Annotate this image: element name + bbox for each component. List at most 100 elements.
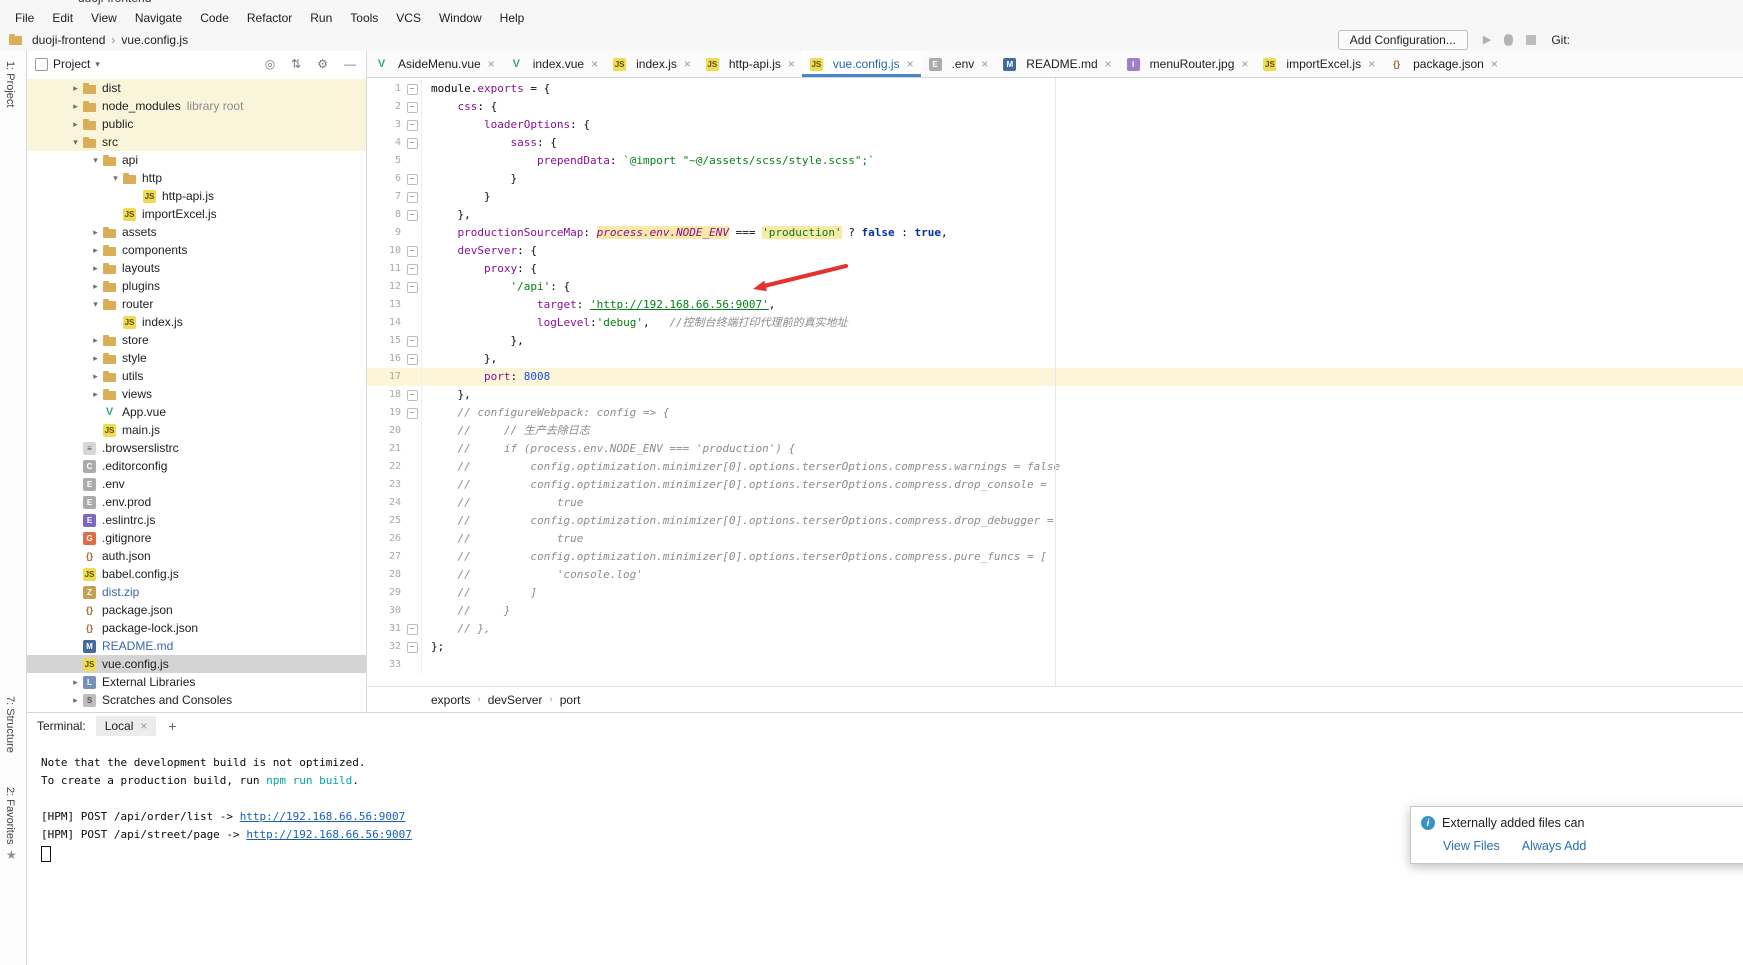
close-icon[interactable]: × [684, 57, 691, 71]
fold-icon[interactable]: − [403, 350, 422, 368]
tree-item-scratches-and-consoles[interactable]: ▸SScratches and Consoles [27, 691, 366, 709]
tree-item-src[interactable]: ▾src [27, 133, 366, 151]
tree-item-importexcel-js[interactable]: JSimportExcel.js [27, 205, 366, 223]
tree-item-assets[interactable]: ▸assets [27, 223, 366, 241]
tree-item-babel-config-js[interactable]: JSbabel.config.js [27, 565, 366, 583]
tab-menurouter-jpg[interactable]: ImenuRouter.jpg× [1119, 51, 1256, 77]
fold-icon[interactable]: − [403, 206, 422, 224]
menu-item-view[interactable]: View [82, 9, 126, 27]
close-icon[interactable]: × [1491, 57, 1498, 71]
tab-vue-config-js[interactable]: JSvue.config.js× [802, 51, 921, 77]
tab-readme-md[interactable]: MREADME.md× [995, 51, 1118, 77]
always-add-link[interactable]: Always Add [1522, 839, 1587, 853]
tree-item-dist-zip[interactable]: Zdist.zip [27, 583, 366, 601]
fold-icon[interactable]: − [403, 116, 422, 134]
editor-code[interactable]: 1−module.exports = {2− css: {3− loaderOp… [367, 78, 1743, 686]
tree-item-gitignore[interactable]: G.gitignore [27, 529, 366, 547]
tab-asidemenu-vue[interactable]: VAsideMenu.vue× [367, 51, 502, 77]
menu-item-vcs[interactable]: VCS [387, 9, 430, 27]
hide-panel-icon[interactable]: — [344, 57, 356, 71]
fold-icon[interactable]: − [403, 170, 422, 188]
menu-item-help[interactable]: Help [491, 9, 534, 27]
project-panel-title[interactable]: Project [53, 57, 90, 71]
close-icon[interactable]: × [488, 57, 495, 71]
chevron-down-icon[interactable]: ▾ [109, 173, 122, 184]
fold-icon[interactable]: − [403, 620, 422, 638]
menu-item-refactor[interactable]: Refactor [238, 9, 301, 27]
stop-icon[interactable] [1526, 35, 1536, 45]
chevron-down-icon[interactable]: ▾ [89, 299, 102, 310]
debug-icon[interactable] [1504, 34, 1513, 46]
chevron-right-icon[interactable]: ▸ [89, 353, 102, 364]
breadcrumb-devserver[interactable]: devServer [488, 693, 543, 707]
chevron-down-icon[interactable]: ▾ [89, 155, 102, 166]
chevron-right-icon[interactable]: ▸ [89, 263, 102, 274]
tree-item-plugins[interactable]: ▸plugins [27, 277, 366, 295]
tool-button-structure[interactable]: 7: Structure [4, 696, 16, 753]
tree-item-components[interactable]: ▸components [27, 241, 366, 259]
tree-item-style[interactable]: ▸style [27, 349, 366, 367]
tree-item-api[interactable]: ▾api [27, 151, 366, 169]
fold-icon[interactable]: − [403, 386, 422, 404]
menu-item-edit[interactable]: Edit [43, 9, 82, 27]
chevron-right-icon[interactable]: ▸ [69, 677, 82, 688]
tree-item-views[interactable]: ▸views [27, 385, 366, 403]
chevron-down-icon[interactable]: ▾ [69, 137, 82, 148]
tool-button-project[interactable]: 1: Project [4, 61, 16, 107]
tree-item-editorconfig[interactable]: C.editorconfig [27, 457, 366, 475]
locate-file-icon[interactable]: ◎ [265, 57, 275, 71]
fold-icon[interactable]: − [403, 638, 422, 656]
tab-env[interactable]: E.env× [921, 51, 996, 77]
tree-item-package-lock-json[interactable]: {}package-lock.json [27, 619, 366, 637]
tree-item-external-libraries[interactable]: ▸LExternal Libraries [27, 673, 366, 691]
tool-button-favorites[interactable]: 2: Favorites [4, 787, 16, 844]
tab-http-api-js[interactable]: JShttp-api.js× [698, 51, 802, 77]
tab-package-json[interactable]: {}package.json× [1382, 51, 1505, 77]
tree-item-auth-json[interactable]: {}auth.json [27, 547, 366, 565]
chevron-right-icon[interactable]: ▸ [69, 101, 82, 112]
add-configuration-button[interactable]: Add Configuration... [1338, 30, 1468, 50]
tree-item-dist[interactable]: ▸dist [27, 79, 366, 97]
close-icon[interactable]: × [788, 57, 795, 71]
tree-item-main-js[interactable]: JSmain.js [27, 421, 366, 439]
tree-item-app-vue[interactable]: VApp.vue [27, 403, 366, 421]
fold-icon[interactable]: − [403, 134, 422, 152]
tree-item-readme-md[interactable]: MREADME.md [27, 637, 366, 655]
tree-item-http[interactable]: ▾http [27, 169, 366, 187]
close-icon[interactable]: × [1105, 57, 1112, 71]
tree-item-http-api-js[interactable]: JShttp-api.js [27, 187, 366, 205]
close-icon[interactable]: × [591, 57, 598, 71]
tree-item-layouts[interactable]: ▸layouts [27, 259, 366, 277]
menu-item-run[interactable]: Run [301, 9, 341, 27]
menu-item-code[interactable]: Code [191, 9, 238, 27]
git-widget-label[interactable]: Git: [1551, 33, 1570, 47]
settings-gear-icon[interactable]: ⚙ [317, 57, 328, 71]
close-icon[interactable]: × [1368, 57, 1375, 71]
tree-item-utils[interactable]: ▸utils [27, 367, 366, 385]
menu-item-file[interactable]: File [6, 9, 43, 27]
chevron-right-icon[interactable]: ▸ [89, 335, 102, 346]
chevron-right-icon[interactable]: ▸ [89, 245, 102, 256]
chevron-right-icon[interactable]: ▸ [69, 119, 82, 130]
tab-importexcel-js[interactable]: JSimportExcel.js× [1255, 51, 1382, 77]
terminal-link[interactable]: http://192.168.66.56:9007 [240, 810, 406, 823]
chevron-right-icon[interactable]: ▸ [69, 695, 82, 706]
terminal-tab-local[interactable]: Local × [96, 716, 157, 736]
tree-item-vue-config-js[interactable]: JSvue.config.js [27, 655, 366, 673]
menu-item-tools[interactable]: Tools [341, 9, 387, 27]
breadcrumb-file[interactable]: vue.config.js [121, 33, 188, 47]
tree-item-env[interactable]: E.env [27, 475, 366, 493]
fold-icon[interactable]: − [403, 80, 422, 98]
chevron-right-icon[interactable]: ▸ [89, 389, 102, 400]
tab-index-vue[interactable]: Vindex.vue× [502, 51, 605, 77]
fold-icon[interactable]: − [403, 98, 422, 116]
view-files-link[interactable]: View Files [1443, 839, 1500, 853]
fold-icon[interactable]: − [403, 188, 422, 206]
chevron-right-icon[interactable]: ▸ [89, 371, 102, 382]
fold-icon[interactable]: − [403, 278, 422, 296]
breadcrumb-port[interactable]: port [560, 693, 581, 707]
tree-item-node-modules[interactable]: ▸node_moduleslibrary root [27, 97, 366, 115]
tree-item-index-js[interactable]: JSindex.js [27, 313, 366, 331]
tree-item-package-json[interactable]: {}package.json [27, 601, 366, 619]
tree-item-eslintrc-js[interactable]: E.eslintrc.js [27, 511, 366, 529]
